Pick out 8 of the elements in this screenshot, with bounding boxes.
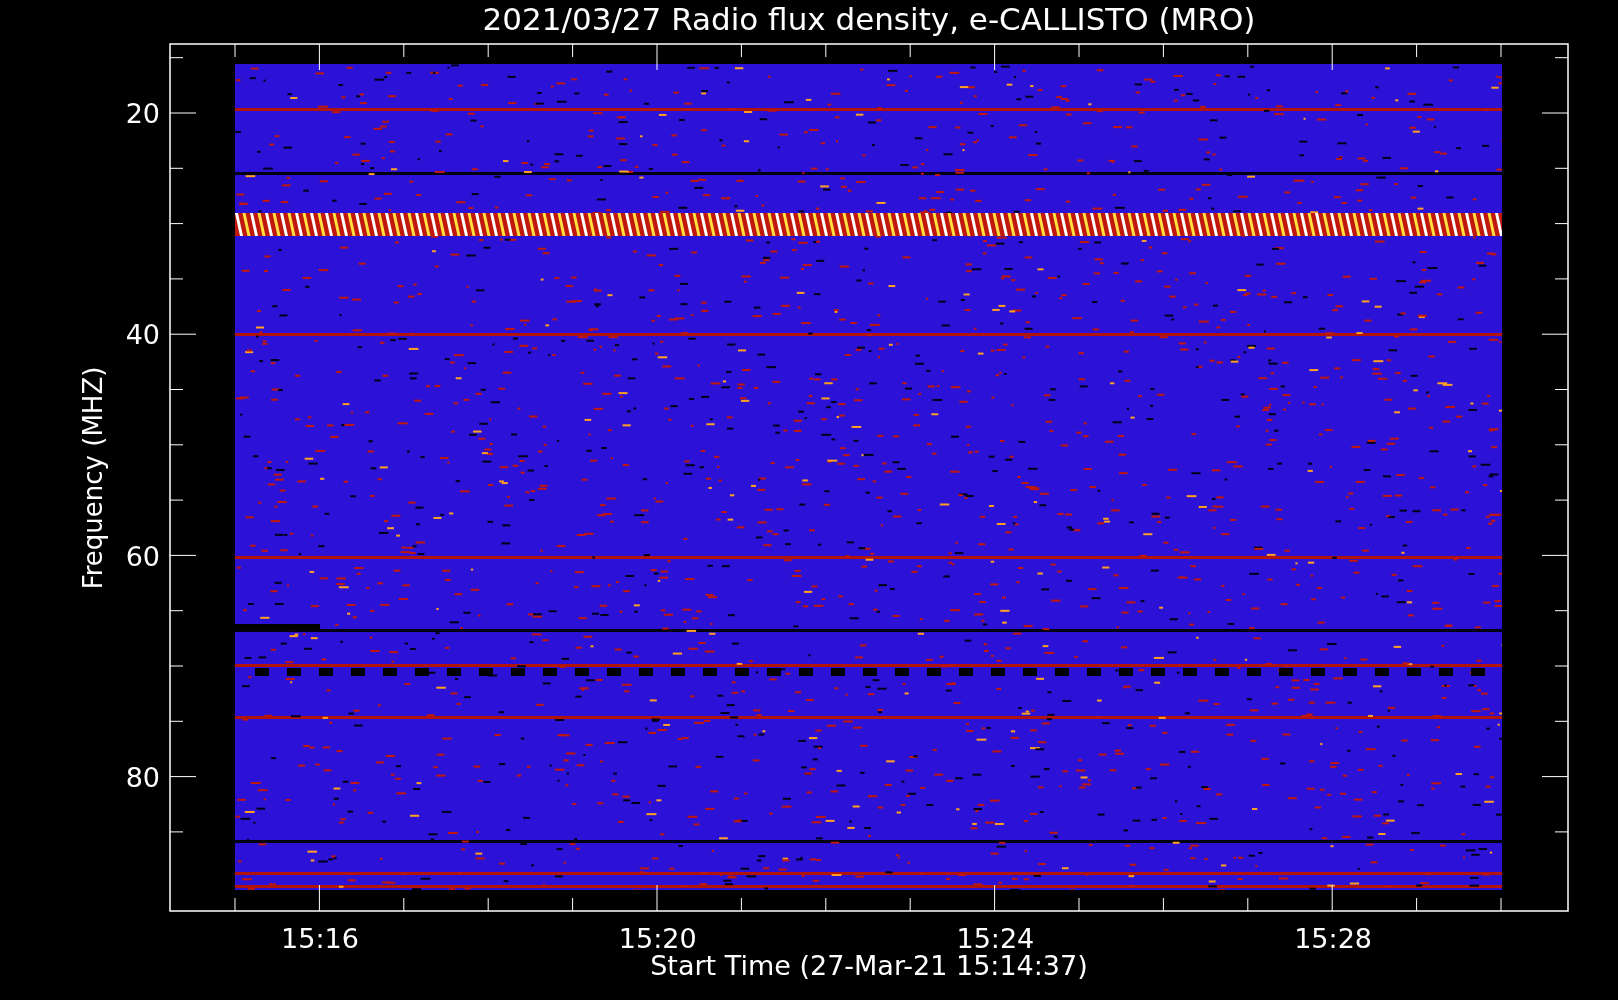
y-tick-label: 80: [125, 761, 160, 793]
y-tick-label: 60: [125, 540, 160, 572]
x-tick-label: 15:28: [1294, 923, 1372, 954]
x-tick-label: 15:16: [281, 923, 359, 954]
chart-title: 2021/03/27 Radio flux density, e-CALLISTO (MRO): [482, 1, 1256, 37]
y-axis-label: Frequency (MHZ): [78, 366, 108, 590]
y-tick-label: 20: [125, 98, 160, 129]
y-tick-label: 40: [125, 319, 160, 351]
